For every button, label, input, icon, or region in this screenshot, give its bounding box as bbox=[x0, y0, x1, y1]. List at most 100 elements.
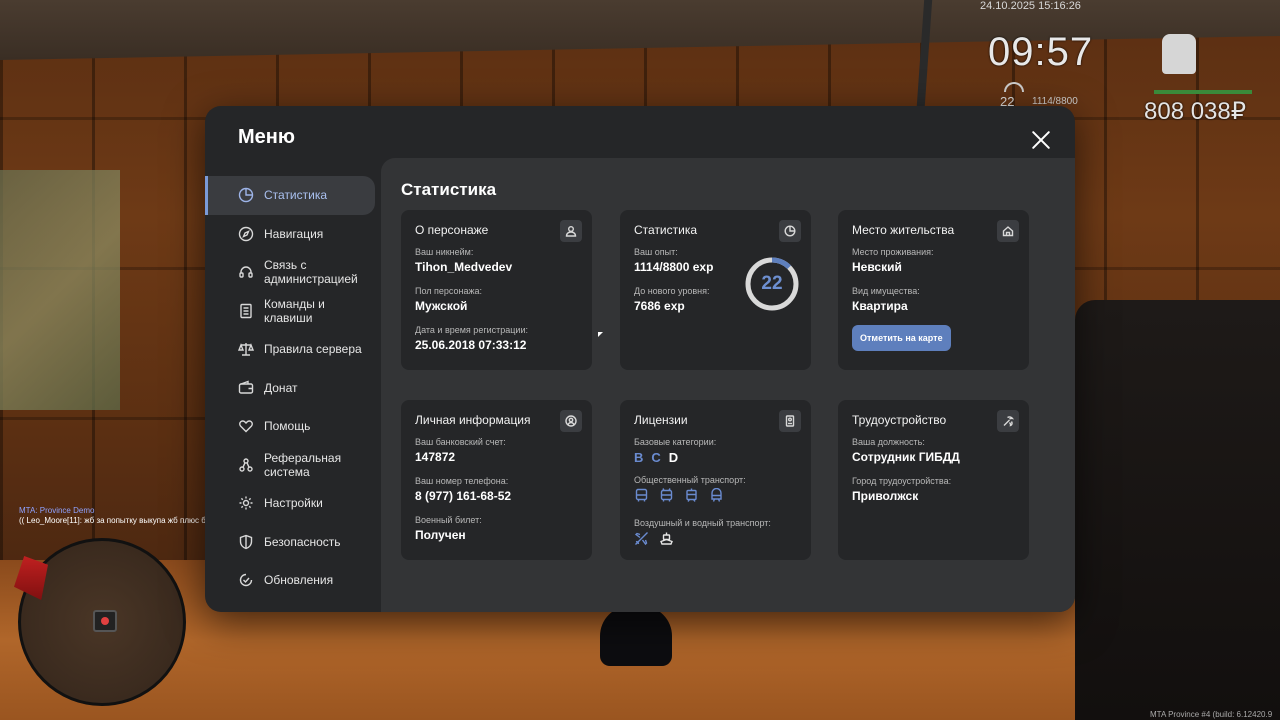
sidebar-item-label: Правила сервера bbox=[264, 342, 362, 357]
sidebar-item-commands[interactable]: Команды и клавиши bbox=[205, 292, 381, 331]
card-title: Трудоустройство bbox=[852, 413, 947, 427]
sidebar-item-updates[interactable]: Обновления bbox=[205, 561, 381, 600]
gender-value: Мужской bbox=[415, 299, 468, 313]
tram-icon bbox=[684, 488, 699, 508]
referral-nodes-icon bbox=[237, 456, 255, 474]
trolleybus-icon bbox=[659, 488, 674, 508]
registration-value: 25.06.2018 07:33:12 bbox=[415, 338, 527, 352]
heart-hand-icon bbox=[237, 417, 255, 435]
level-number: 22 bbox=[761, 273, 783, 294]
position-label: Ваша должность: bbox=[852, 437, 925, 447]
property-type-value: Квартира bbox=[852, 299, 908, 313]
sidebar-item-donate[interactable]: Донат bbox=[205, 369, 381, 408]
place-value: Невский bbox=[852, 260, 902, 274]
place-label: Место проживания: bbox=[852, 247, 934, 257]
gear-icon bbox=[237, 494, 255, 512]
metro-icon bbox=[709, 487, 724, 508]
sidebar-item-label: Команды и клавиши bbox=[264, 296, 325, 325]
user-icon bbox=[560, 220, 582, 242]
hud-clock: 09:57 bbox=[988, 30, 1094, 74]
nickname-label: Ваш никнейм: bbox=[415, 247, 474, 257]
scales-icon bbox=[237, 340, 255, 358]
user-circle-icon bbox=[560, 410, 582, 432]
plane-icon bbox=[634, 531, 649, 551]
sidebar-item-label: Связь с администрацией bbox=[264, 258, 358, 287]
card-title: Личная информация bbox=[415, 413, 531, 427]
air-water-transport-label: Воздушный и водный транспорт: bbox=[634, 518, 771, 528]
sidebar-item-admin-contact[interactable]: Связь с администрацией bbox=[205, 253, 381, 292]
close-icon[interactable] bbox=[1029, 128, 1053, 152]
category-d: D bbox=[668, 450, 679, 465]
card-title: Статистика bbox=[634, 223, 698, 237]
position-value: Сотрудник ГИБДД bbox=[852, 450, 960, 464]
wallet-icon bbox=[237, 379, 255, 397]
public-transport-icons bbox=[634, 487, 797, 508]
sidebar-item-label: Настройки bbox=[264, 496, 323, 511]
bank-value: 147872 bbox=[415, 450, 456, 464]
phone-value: 8 (977) 161-68-52 bbox=[415, 489, 512, 503]
sidebar-item-label: Безопасность bbox=[264, 534, 341, 549]
menu-sidebar: Статистика Навигация Связь с администрац… bbox=[205, 176, 381, 600]
military-label: Военный билет: bbox=[415, 515, 482, 525]
id-card-icon bbox=[779, 410, 801, 432]
work-city-value: Приволжск bbox=[852, 489, 919, 503]
document-list-icon bbox=[237, 302, 255, 320]
category-c: C bbox=[651, 450, 661, 465]
card-title: Лицензии bbox=[634, 413, 688, 427]
build-info: MTA Province #4 (build: 6.12420.9 bbox=[1150, 710, 1273, 719]
hud-money: 808 038₽ bbox=[1144, 98, 1247, 125]
sidebar-item-rules[interactable]: Правила сервера bbox=[205, 330, 381, 369]
nickname-value: Tihon_Medvedev bbox=[415, 260, 513, 274]
sidebar-item-help[interactable]: Помощь bbox=[205, 407, 381, 446]
air-water-transport-icons bbox=[634, 531, 797, 551]
personal-info-card: Личная информация Ваш банковский счет: 1… bbox=[401, 400, 592, 560]
base-categories-label: Базовые категории: bbox=[634, 437, 717, 447]
license-categories: B C D bbox=[634, 450, 797, 465]
content-title: Статистика bbox=[401, 180, 497, 199]
home-icon bbox=[997, 220, 1019, 242]
sidebar-item-label: Донат bbox=[264, 380, 298, 395]
health-bar bbox=[1154, 90, 1252, 94]
statistics-card: Статистика Ваш опыт: 1114/8800 exp До но… bbox=[620, 210, 811, 370]
player-marker-icon bbox=[93, 610, 117, 632]
sidebar-item-label: Статистика bbox=[264, 188, 328, 203]
pickaxe-icon bbox=[997, 410, 1019, 432]
pie-chart-icon bbox=[779, 220, 801, 242]
card-title: О персонаже bbox=[415, 223, 489, 237]
compass-icon bbox=[237, 225, 255, 243]
player-character bbox=[600, 606, 672, 666]
registration-label: Дата и время регистрации: bbox=[415, 325, 528, 335]
shield-icon bbox=[237, 533, 255, 551]
bank-label: Ваш банковский счет: bbox=[415, 437, 506, 447]
menu-title: Меню bbox=[238, 126, 295, 148]
fist-weapon-icon bbox=[1162, 34, 1196, 74]
character-card: О персонаже Ваш никнейм: Tihon_Medvedev … bbox=[401, 210, 592, 370]
sidebar-item-statistics[interactable]: Статистика bbox=[205, 176, 375, 215]
employment-card: Трудоустройство Ваша должность: Сотрудни… bbox=[838, 400, 1029, 560]
hud-datetime: 24.10.2025 15:16:26 bbox=[980, 0, 1081, 12]
pie-chart-icon bbox=[237, 186, 255, 204]
menu-modal: Меню Статистика Навигация Связь с админи… bbox=[205, 106, 1075, 612]
sidebar-item-label: Помощь bbox=[264, 419, 311, 434]
sidebar-item-settings[interactable]: Настройки bbox=[205, 484, 381, 523]
sidebar-item-security[interactable]: Безопасность bbox=[205, 523, 381, 562]
mouse-cursor-icon bbox=[598, 332, 603, 337]
military-value: Получен bbox=[415, 528, 466, 542]
sidebar-item-label: Навигация bbox=[264, 226, 324, 241]
residence-card: Место жительства Место проживания: Невск… bbox=[838, 210, 1029, 370]
gender-label: Пол персонажа: bbox=[415, 286, 483, 296]
content-panel: Статистика О персонаже Ваш никнейм: Tiho… bbox=[381, 158, 1075, 612]
headset-icon bbox=[237, 263, 255, 281]
category-b: B bbox=[634, 450, 644, 465]
property-type-label: Вид имущества: bbox=[852, 286, 920, 296]
boat-icon bbox=[659, 531, 674, 551]
mark-on-map-button[interactable]: Отметить на карте bbox=[852, 325, 951, 351]
card-title: Место жительства bbox=[852, 223, 955, 237]
sidebar-item-navigation[interactable]: Навигация bbox=[205, 215, 381, 254]
licenses-card: Лицензии Базовые категории: B C D Общест… bbox=[620, 400, 811, 560]
sidebar-item-referral[interactable]: Реферальная система bbox=[205, 446, 381, 485]
work-city-label: Город трудоустройства: bbox=[852, 476, 952, 486]
leather-sofa bbox=[1075, 300, 1280, 720]
sidebar-item-label: Реферальная система bbox=[264, 450, 342, 479]
bus-icon bbox=[634, 488, 649, 508]
